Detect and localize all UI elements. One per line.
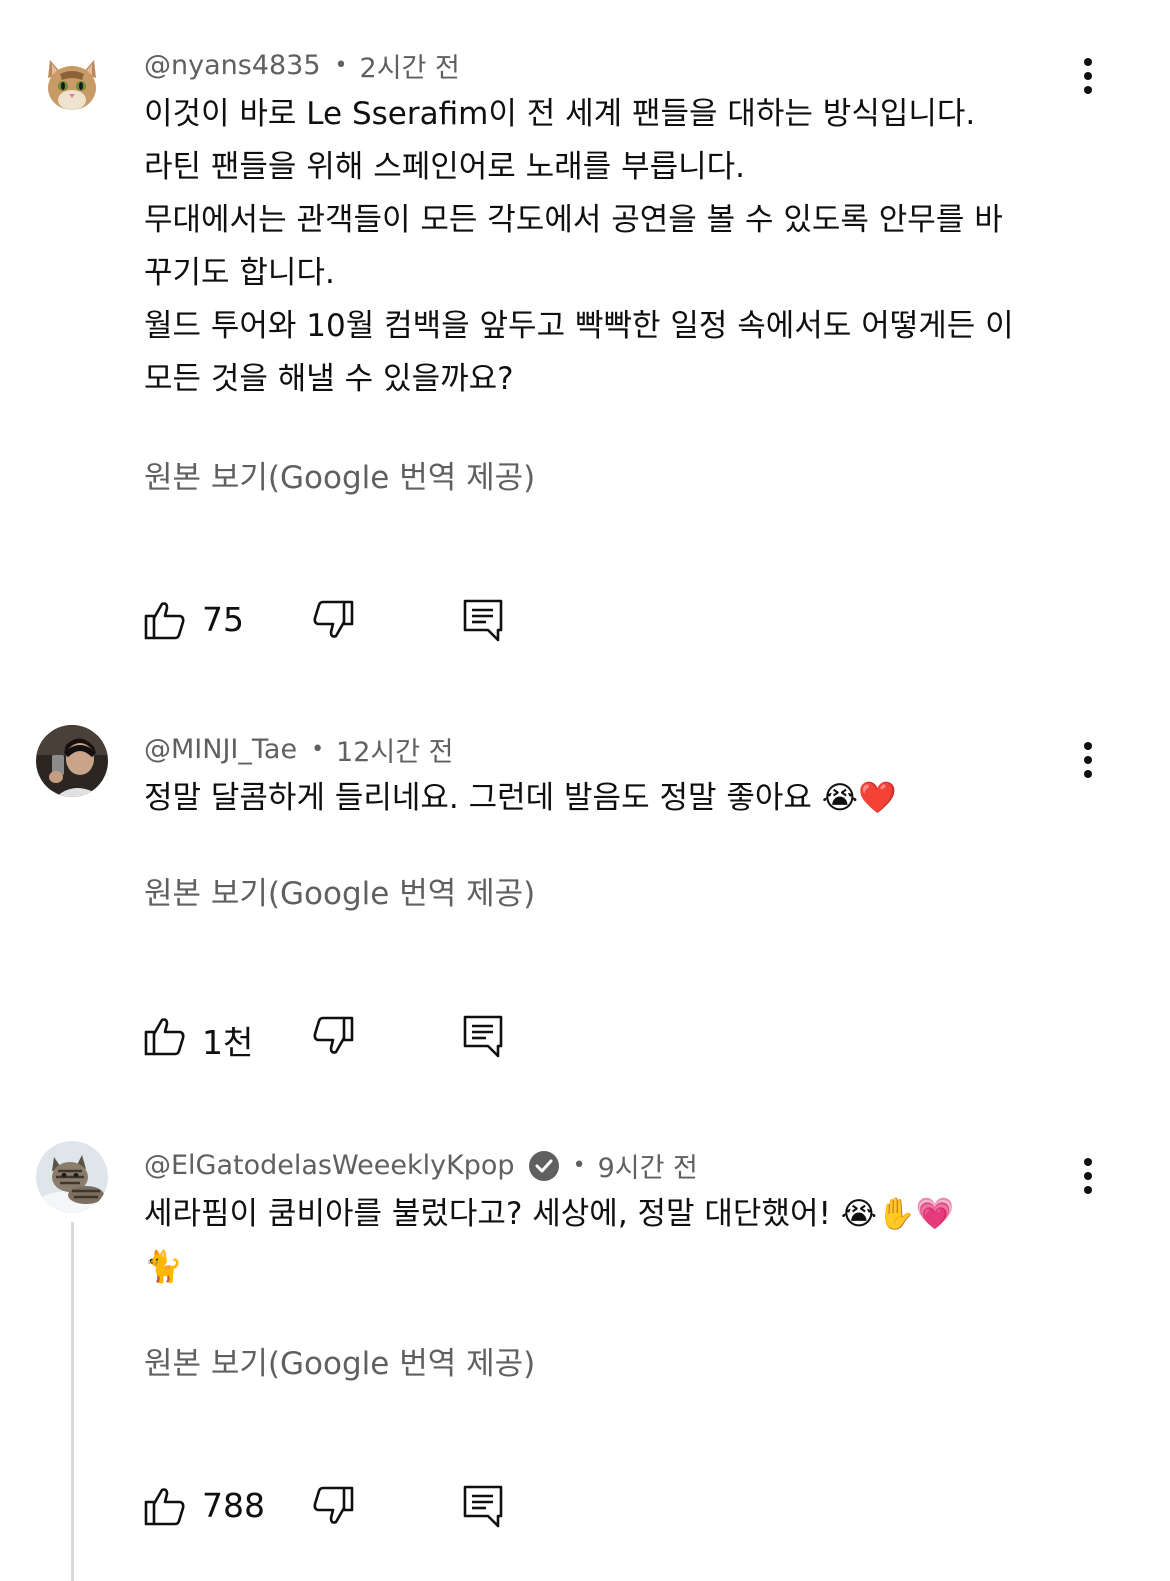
like-count: 788 [202, 1486, 265, 1525]
verified-check-icon [528, 1150, 559, 1181]
comment-time[interactable]: 12시간 전 [336, 730, 453, 769]
comment-meta: @MINJI_Tae • 12시간 전 [144, 730, 454, 769]
meta-separator: • [334, 53, 348, 78]
author-name[interactable]: @MINJI_Tae [144, 734, 297, 765]
reply-icon[interactable] [460, 596, 508, 644]
meta-separator: • [572, 1153, 586, 1178]
thread-line [71, 1222, 74, 1581]
comment-text: 정말 달콤하게 들리네요. 그런데 발음도 정말 좋아요 😭❤️ [144, 780, 897, 816]
view-original-link[interactable]: 원본 보기(Google 번역 제공) [144, 868, 535, 913]
avatar[interactable] [36, 1141, 108, 1213]
comment-meta: @nyans4835 • 2시간 전 [144, 46, 460, 85]
view-original-link[interactable]: 원본 보기(Google 번역 제공) [144, 1338, 535, 1383]
person-selfie-avatar-icon [36, 725, 108, 797]
thumbs-down-icon[interactable] [310, 1012, 358, 1060]
cat-face-avatar-icon [36, 44, 108, 116]
comment-meta: @ElGatodelasWeeeklyKpop • 9시간 전 [144, 1146, 698, 1185]
like-count: 75 [202, 600, 244, 639]
comment-actions: 1천 [140, 1012, 540, 1062]
thumbs-up-icon[interactable] [140, 1012, 188, 1060]
like-count: 1천 [202, 1023, 254, 1062]
author-name[interactable]: @nyans4835 [144, 50, 321, 81]
thumbs-down-icon[interactable] [310, 596, 358, 644]
avatar[interactable] [36, 725, 108, 797]
view-original-link[interactable]: 원본 보기(Google 번역 제공) [144, 452, 535, 497]
reply-icon[interactable] [460, 1012, 508, 1060]
comment-time[interactable]: 9시간 전 [598, 1146, 698, 1185]
comment-actions: 75 [140, 596, 540, 646]
thumbs-up-icon[interactable] [140, 596, 188, 644]
avatar[interactable] [36, 44, 108, 116]
tabby-cat-avatar-icon [36, 1141, 108, 1213]
reply-icon[interactable] [460, 1482, 508, 1530]
comment-time[interactable]: 2시간 전 [360, 46, 460, 85]
thumbs-down-icon[interactable] [310, 1482, 358, 1530]
comment-text: 세라핌이 쿰비아를 불렀다고? 세상에, 정말 대단했어! 😭✋💗 🐈 [144, 1196, 955, 1285]
comment-text: 이것이 바로 Le Sserafim이 전 세계 팬들을 대하는 방식입니다. … [144, 96, 1014, 397]
comment-actions: 788 [140, 1482, 540, 1532]
meta-separator: • [311, 737, 325, 762]
thumbs-up-icon[interactable] [140, 1482, 188, 1530]
author-name[interactable]: @ElGatodelasWeeeklyKpop [144, 1150, 515, 1181]
